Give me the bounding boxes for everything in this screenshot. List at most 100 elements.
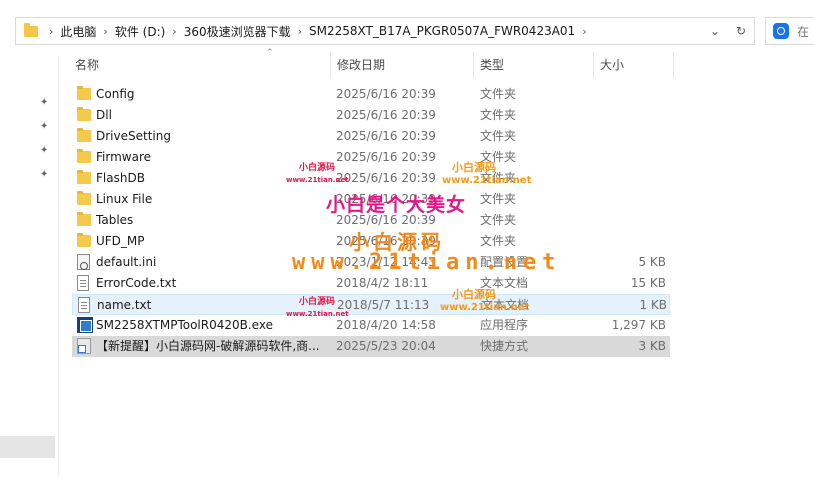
search-box[interactable]: 在 [765, 17, 814, 45]
file-row-tables[interactable]: Tables 2025/6/16 20:39 文件夹 [72, 210, 670, 231]
file-name: Linux File [96, 192, 153, 206]
file-date: 2018/4/20 14:58 [336, 318, 436, 332]
file-date: 2025/6/16 20:39 [336, 234, 436, 248]
file-size [592, 126, 666, 147]
file-type: 应用程序 [480, 318, 529, 332]
pane-divider[interactable] [58, 56, 59, 477]
file-type: 文件夹 [480, 150, 517, 164]
pin-icon[interactable]: ✦ [40, 98, 50, 108]
column-header-type[interactable]: 类型 [473, 52, 593, 78]
file-size [592, 105, 666, 126]
file-row-drivesetting[interactable]: DriveSetting 2025/6/16 20:39 文件夹 [72, 126, 670, 147]
file-date: 2025/6/16 20:39 [336, 150, 436, 164]
pin-icon[interactable]: ✦ [40, 170, 50, 180]
folder-icon [24, 22, 38, 37]
file-row-exe[interactable]: SM2258XTMPToolR0420B.exe 2018/4/20 14:58… [72, 315, 670, 336]
text-file-icon [78, 297, 90, 313]
file-name: 【新提醒】小白源码网-破解源码软件,商... [96, 339, 320, 353]
pin-icon[interactable]: ✦ [40, 146, 50, 156]
file-row-ufd-mp[interactable]: UFD_MP 2025/6/16 20:39 文件夹 [72, 231, 670, 252]
file-row-default-ini[interactable]: default.ini 2023/1/12 14:43 配置设置 5 KB [72, 252, 670, 273]
file-size: 15 KB [630, 276, 666, 290]
file-type: 文件夹 [480, 87, 517, 101]
chevron-right-icon[interactable]: › [103, 25, 107, 38]
file-name: Tables [96, 213, 134, 227]
chevron-right-icon[interactable]: › [582, 25, 586, 38]
folder-icon [77, 149, 91, 163]
folder-icon [77, 128, 91, 142]
file-row-linux-file[interactable]: Linux File 2025/6/16 20:39 文件夹 [72, 189, 670, 210]
shortcut-icon [77, 338, 91, 354]
address-bar[interactable]: › 此电脑 › 软件 (D:) › 360极速浏览器下载 › SM2258XT_… [15, 17, 755, 45]
chevron-right-icon[interactable]: › [172, 25, 176, 38]
search-input[interactable]: 在 [797, 23, 809, 40]
column-header-row: ⌃ 名称 修改日期 类型 大小 [68, 48, 814, 78]
file-name: ErrorCode.txt [96, 276, 177, 290]
chevron-right-icon[interactable]: › [298, 25, 302, 38]
breadcrumb-downloads[interactable]: 360极速浏览器下载 [184, 23, 291, 40]
file-date: 2025/6/16 20:39 [336, 171, 436, 185]
folder-icon [77, 191, 91, 205]
breadcrumb-current-folder[interactable]: SM2258XT_B17A_PKGR0507A_FWR0423A01 [309, 24, 575, 38]
file-size [592, 210, 666, 231]
file-row-flashdb[interactable]: FlashDB 2025/6/16 20:39 文件夹 [72, 168, 670, 189]
chevron-right-icon: › [49, 24, 54, 38]
file-date: 2025/6/16 20:39 [336, 213, 436, 227]
application-icon [77, 317, 93, 333]
file-name: name.txt [97, 298, 152, 312]
folder-icon [77, 212, 91, 226]
file-size: 1,297 KB [611, 318, 666, 332]
file-size: 3 KB [638, 339, 666, 353]
file-name: default.ini [96, 255, 157, 269]
column-divider[interactable] [673, 52, 674, 78]
file-size [592, 189, 666, 210]
breadcrumb-drive-d[interactable]: 软件 (D:) [115, 23, 165, 40]
file-size: 5 KB [638, 255, 666, 269]
navigation-pane: ✦ ✦ ✦ ✦ [0, 56, 58, 477]
breadcrumb: › 此电脑 › 软件 (D:) › 360极速浏览器下载 › SM2258XT_… [42, 23, 594, 40]
folder-icon [77, 107, 91, 121]
file-type: 文本文档 [480, 276, 529, 290]
column-header-date[interactable]: 修改日期 [330, 52, 473, 78]
column-header-name[interactable]: 名称 [68, 52, 330, 78]
file-type: 快捷方式 [480, 339, 529, 353]
file-date: 2023/1/12 14:43 [336, 255, 436, 269]
file-row-dll[interactable]: Dll 2025/6/16 20:39 文件夹 [72, 105, 670, 126]
file-type: 配置设置 [480, 255, 529, 269]
file-type: 文件夹 [480, 171, 517, 185]
pin-icon[interactable]: ✦ [40, 122, 50, 132]
file-name: FlashDB [96, 171, 145, 185]
text-file-icon [77, 275, 89, 291]
file-date: 2025/6/16 20:39 [336, 87, 436, 101]
file-row-firmware[interactable]: Firmware 2025/6/16 20:39 文件夹 [72, 147, 670, 168]
file-type: 文本文档 [481, 298, 530, 312]
file-date: 2018/4/2 18:11 [336, 276, 429, 290]
file-size [592, 147, 666, 168]
file-type: 文件夹 [480, 129, 517, 143]
breadcrumb-this-pc[interactable]: 此电脑 [60, 23, 96, 40]
file-row-errorcode-txt[interactable]: ErrorCode.txt 2018/4/2 18:11 文本文档 15 KB [72, 273, 670, 294]
file-date: 2025/6/16 20:39 [336, 129, 436, 143]
file-name: Firmware [96, 150, 151, 164]
file-date: 2025/6/16 20:39 [336, 108, 436, 122]
file-type: 文件夹 [480, 192, 517, 206]
file-type: 文件夹 [480, 213, 517, 227]
nav-selected-item[interactable] [0, 436, 55, 458]
column-header-size[interactable]: 大小 [593, 52, 673, 78]
file-date: 2025/5/23 20:04 [336, 339, 436, 353]
refresh-icon[interactable]: ↻ [728, 18, 754, 44]
settings-file-icon [77, 254, 90, 270]
file-name: UFD_MP [96, 234, 145, 248]
chevron-down-icon[interactable]: ⌄ [702, 18, 728, 44]
file-type: 文件夹 [480, 234, 517, 248]
folder-icon [77, 86, 91, 100]
file-type: 文件夹 [480, 108, 517, 122]
search-icon [773, 23, 789, 39]
file-name: Dll [96, 108, 112, 122]
file-row-config[interactable]: Config 2025/6/16 20:39 文件夹 [72, 84, 670, 105]
file-name: DriveSetting [96, 129, 171, 143]
file-row-name-txt[interactable]: name.txt 2018/5/7 11:13 文本文档 1 KB [72, 294, 670, 315]
folder-icon [77, 170, 91, 184]
file-date: 2018/5/7 11:13 [337, 298, 430, 312]
file-row-shortcut[interactable]: 【新提醒】小白源码网-破解源码软件,商... 2025/5/23 20:04 快… [72, 336, 670, 357]
